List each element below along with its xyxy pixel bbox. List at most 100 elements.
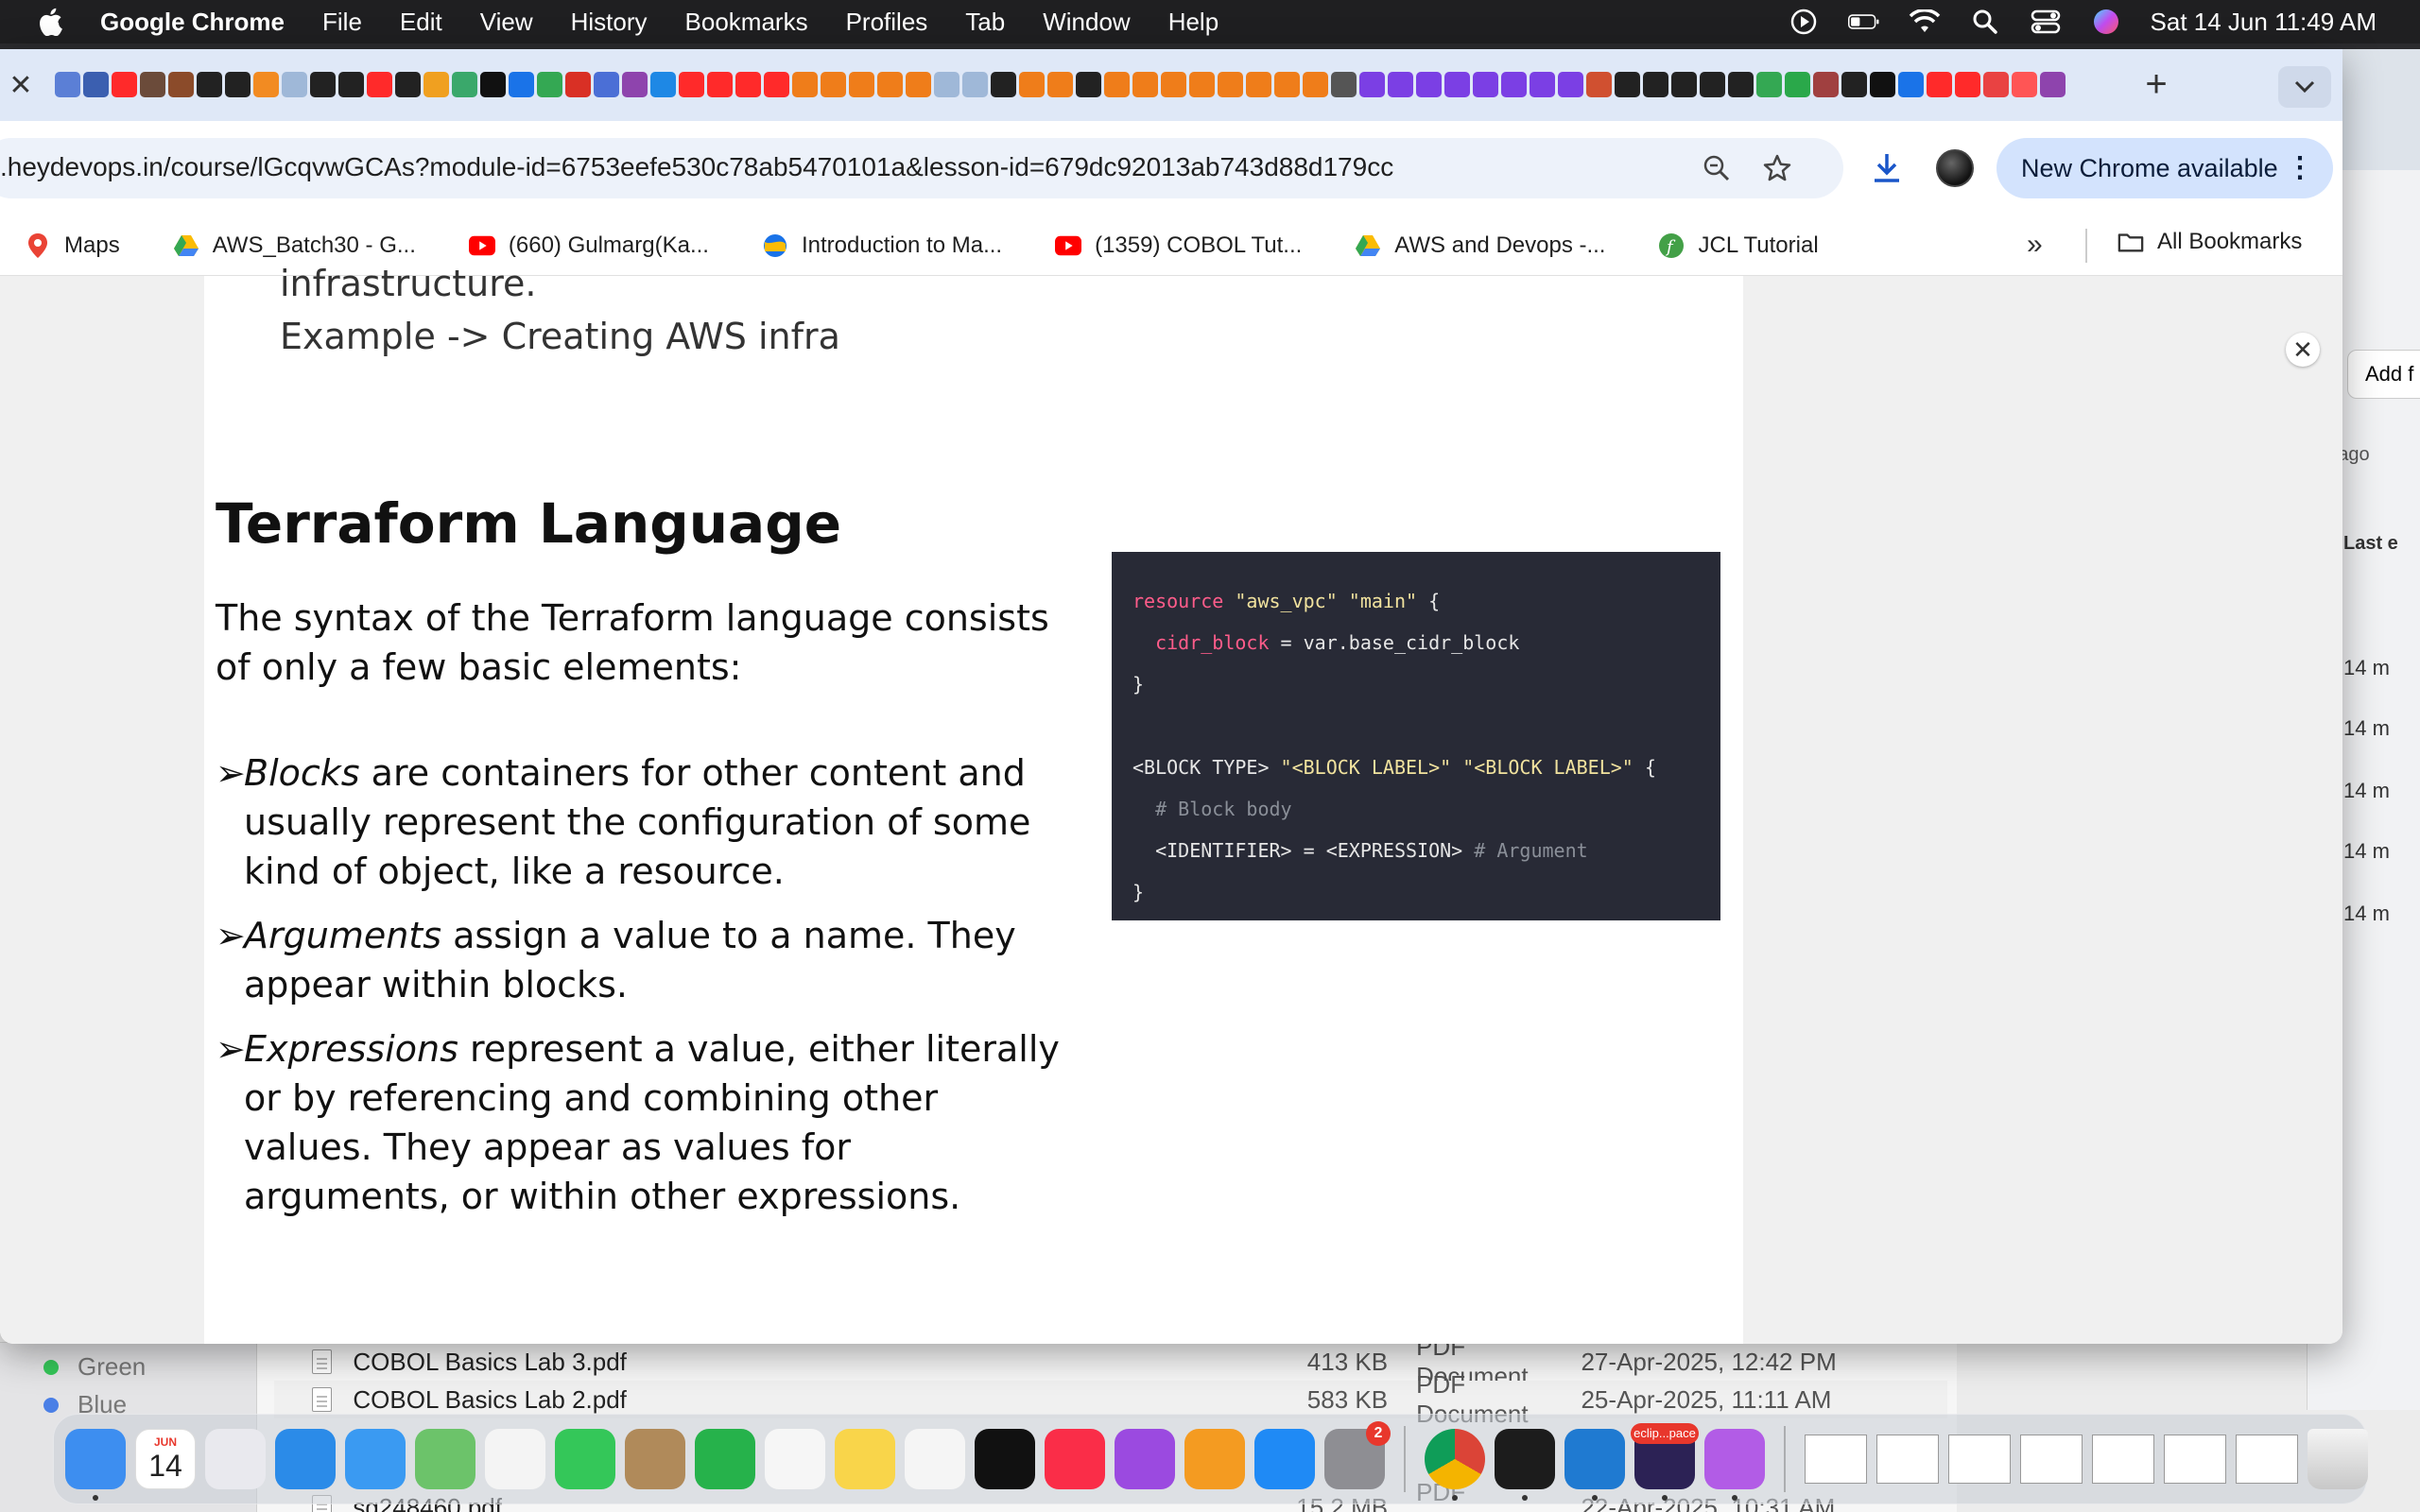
tab-favicon-icon[interactable]	[480, 72, 506, 97]
dock-purple-flower-icon[interactable]	[1704, 1429, 1765, 1501]
dock-calendar-icon[interactable]: JUN 14	[135, 1429, 196, 1489]
tab-favicon-icon[interactable]	[537, 72, 562, 97]
tab-favicon-icon[interactable]	[1019, 72, 1045, 97]
tab-favicon-icon[interactable]	[594, 72, 619, 97]
menu-view[interactable]: View	[480, 8, 533, 37]
tab-favicon-icon[interactable]	[650, 72, 676, 97]
tab-favicon-icon[interactable]	[1331, 72, 1357, 97]
tab-favicon-icon[interactable]	[1359, 72, 1385, 97]
tab-favicon-icon[interactable]	[253, 72, 279, 97]
tab-favicon-icon[interactable]	[1813, 72, 1839, 97]
tab-favicon-icon[interactable]	[792, 72, 818, 97]
tab-favicon-icon[interactable]	[83, 72, 109, 97]
minimized-window-thumbnail[interactable]	[2020, 1435, 2083, 1484]
minimized-window-thumbnail[interactable]	[1876, 1435, 1939, 1484]
tab-favicon-icon[interactable]	[764, 72, 789, 97]
dock-chrome-icon[interactable]	[1425, 1429, 1485, 1501]
minimized-window-thumbnail[interactable]	[1805, 1435, 1867, 1484]
profile-avatar[interactable]	[1932, 146, 1978, 191]
tab-favicon-icon[interactable]	[1983, 72, 2009, 97]
tab-favicon-icon[interactable]	[1189, 72, 1215, 97]
tab-favicon-icon[interactable]	[1416, 72, 1442, 97]
kebab-menu-icon[interactable]: ⋮	[2286, 151, 2314, 184]
dock-notes-icon[interactable]	[835, 1429, 895, 1489]
tab-favicon-icon[interactable]	[1841, 72, 1867, 97]
tab-favicon-icon[interactable]	[509, 72, 534, 97]
menu-history[interactable]: History	[571, 8, 648, 37]
bookmarks-overflow-chevron-icon[interactable]: »	[2027, 229, 2043, 261]
tab-favicon-icon[interactable]	[1728, 72, 1754, 97]
tab-favicon-icon[interactable]	[1104, 72, 1130, 97]
tab-favicon-icon[interactable]	[395, 72, 421, 97]
minimized-window-thumbnail[interactable]	[2164, 1435, 2226, 1484]
tab-favicon-icon[interactable]	[2012, 72, 2037, 97]
tab-favicon-icon[interactable]	[310, 72, 336, 97]
tab-favicon-icon[interactable]	[1870, 72, 1895, 97]
file-row[interactable]: COBOL Basics Lab 3.pdf 413 KB PDF Docume…	[274, 1332, 1947, 1390]
tab-search-chevron-icon[interactable]	[2278, 66, 2331, 108]
menu-file[interactable]: File	[322, 8, 362, 37]
media-play-icon[interactable]	[1788, 9, 1820, 35]
tab-favicon-icon[interactable]	[991, 72, 1016, 97]
new-tab-button[interactable]: +	[2135, 62, 2178, 106]
tab-favicon-icon[interactable]	[1530, 72, 1555, 97]
tab-favicon-icon[interactable]	[452, 72, 477, 97]
tab-favicon-icon[interactable]	[821, 72, 846, 97]
dock-tv-icon[interactable]	[975, 1429, 1035, 1489]
bookmark-maps[interactable]: Maps	[25, 232, 120, 259]
tab-favicon-icon[interactable]	[140, 72, 165, 97]
menu-bookmarks[interactable]: Bookmarks	[685, 8, 808, 37]
tab-favicon-icon[interactable]	[1132, 72, 1158, 97]
battery-icon[interactable]	[1847, 9, 1880, 35]
dock-photos-icon[interactable]	[485, 1429, 545, 1489]
bookmark-jcl-tutorial[interactable]: f JCL Tutorial	[1658, 232, 1819, 259]
tab-favicon-icon[interactable]	[55, 72, 80, 97]
tab-favicon-icon[interactable]	[735, 72, 761, 97]
tab-favicon-icon[interactable]	[338, 72, 364, 97]
file-row[interactable]: COBOL Basics Lab 2.pdf 583 KB PDF Docume…	[274, 1370, 1947, 1428]
dock-eclipse-icon[interactable]: eclip...pace	[1631, 1423, 1699, 1501]
bookmark-youtube-cobol[interactable]: (1359) COBOL Tut...	[1055, 232, 1302, 259]
bookmark-introduction[interactable]: Introduction to Ma...	[762, 232, 1002, 259]
new-chrome-available-button[interactable]: New Chrome available ⋮	[1996, 138, 2333, 198]
tab-favicon-icon[interactable]	[1076, 72, 1101, 97]
apple-menu-icon[interactable]	[0, 8, 100, 36]
all-bookmarks-button[interactable]: All Bookmarks	[2118, 229, 2302, 255]
tab-favicon-icon[interactable]	[1586, 72, 1612, 97]
control-center-icon[interactable]	[2030, 9, 2062, 35]
menu-edit[interactable]: Edit	[400, 8, 442, 37]
tab-favicon-icon[interactable]	[1473, 72, 1498, 97]
tab-favicon-icon[interactable]	[565, 72, 591, 97]
tab-favicon-icon[interactable]	[1927, 72, 1952, 97]
minimized-window-thumbnail[interactable]	[2236, 1435, 2298, 1484]
tab-favicon-icon[interactable]	[1785, 72, 1810, 97]
tab-favicon-icon[interactable]	[424, 72, 449, 97]
bookmark-youtube-gulmarg[interactable]: (660) Gulmarg(Ka...	[468, 232, 709, 259]
dock-freeform-icon[interactable]	[905, 1429, 965, 1489]
tab-favicon-icon[interactable]	[622, 72, 648, 97]
tab-favicon-icon[interactable]	[1501, 72, 1527, 97]
dock-music-icon[interactable]	[1045, 1429, 1105, 1489]
menu-window[interactable]: Window	[1043, 8, 1130, 37]
dock-finder-icon[interactable]	[65, 1429, 126, 1501]
tab-favicon-icon[interactable]	[877, 72, 903, 97]
tab-favicon-icon[interactable]	[112, 72, 137, 97]
tab-favicon-icon[interactable]	[1671, 72, 1697, 97]
siri-icon[interactable]	[2090, 9, 2122, 35]
tab-favicon-icon[interactable]	[707, 72, 733, 97]
tab-favicon-icon[interactable]	[1274, 72, 1300, 97]
close-tab-icon[interactable]: ✕	[6, 70, 36, 101]
bookmark-aws-batch[interactable]: AWS_Batch30 - G...	[173, 232, 416, 259]
tab-favicon-icon[interactable]	[962, 72, 988, 97]
address-bar[interactable]: .heydevops.in/course/lGcqvwGCAs?module-i…	[0, 138, 1843, 198]
tab-favicon-icon[interactable]	[282, 72, 307, 97]
dock-app-store-icon[interactable]	[1254, 1429, 1315, 1489]
tab-favicon-icon[interactable]	[1615, 72, 1640, 97]
zoom-icon[interactable]	[1700, 151, 1734, 185]
menu-profiles[interactable]: Profiles	[846, 8, 928, 37]
url-text[interactable]: .heydevops.in/course/lGcqvwGCAs?module-i…	[0, 152, 1393, 182]
dock-reminders-icon[interactable]	[765, 1429, 825, 1489]
dock-podcasts-icon[interactable]	[1115, 1429, 1175, 1489]
tab-favicon-icon[interactable]	[934, 72, 959, 97]
dock-maps-icon[interactable]	[415, 1429, 475, 1489]
